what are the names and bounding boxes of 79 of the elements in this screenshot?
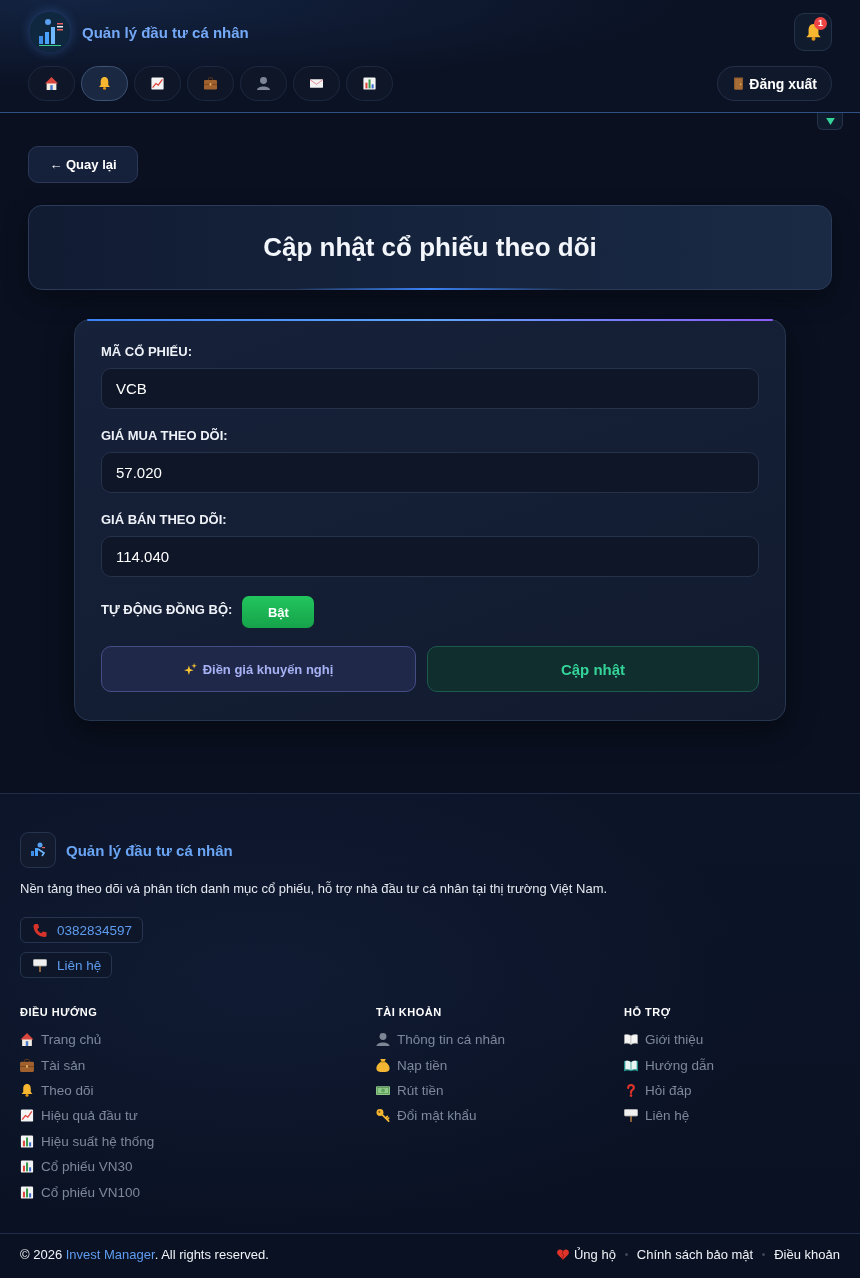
footer-link[interactable]: Thông tin cá nhân bbox=[376, 1027, 506, 1053]
sign-icon bbox=[624, 1109, 638, 1123]
briefcase-icon bbox=[204, 77, 217, 90]
nav-tab[interactable] bbox=[293, 66, 340, 101]
bar-chart-icon bbox=[20, 1185, 34, 1199]
door-icon bbox=[734, 76, 744, 91]
logo-icon bbox=[30, 12, 70, 52]
footer-link[interactable]: Đổi mật khẩu bbox=[376, 1103, 477, 1129]
house-icon bbox=[20, 1033, 34, 1047]
footer-link[interactable]: Hiệu suất hệ thống bbox=[20, 1128, 155, 1154]
column-heading: TÀI KHOẢN bbox=[376, 1005, 443, 1019]
bell-icon bbox=[20, 1083, 34, 1097]
buy-price-field[interactable]: 57.020 bbox=[101, 452, 759, 493]
dropdown-toggle[interactable] bbox=[817, 113, 843, 130]
footer-description: Nền tảng theo dõi và phân tích danh mục cổ phiếu, hỗ trợ nhà đầu tư cá nhân tại thị trường Việt Nam. bbox=[20, 881, 609, 897]
footer-link[interactable]: Cổ phiếu VN30 bbox=[20, 1153, 133, 1180]
nav-tab[interactable] bbox=[81, 66, 128, 101]
sell-price-field[interactable]: 114.040 bbox=[101, 536, 759, 577]
open-book-icon bbox=[624, 1058, 638, 1072]
back-button[interactable]: ← Quay lại bbox=[28, 146, 138, 183]
person-icon bbox=[257, 77, 270, 90]
notification-button[interactable]: 1 bbox=[794, 13, 832, 51]
money-bag-icon bbox=[376, 1058, 390, 1072]
briefcase-icon bbox=[20, 1058, 34, 1072]
key-icon bbox=[376, 1109, 390, 1123]
person-icon bbox=[376, 1033, 390, 1047]
page-title: Cập nhật cổ phiếu theo dõi bbox=[263, 232, 597, 263]
bell-icon bbox=[98, 77, 111, 90]
contact-link[interactable]: Liên hệ bbox=[20, 952, 113, 978]
footer-link[interactable]: Theo dõi bbox=[20, 1077, 94, 1104]
banknote-icon bbox=[376, 1083, 390, 1097]
footer-link[interactable]: Rút tiền bbox=[376, 1077, 444, 1104]
nav-tab[interactable] bbox=[28, 66, 75, 101]
footer-link[interactable]: Trang chủ bbox=[20, 1027, 102, 1053]
app-title: Quản lý đầu tư cá nhân bbox=[82, 23, 249, 41]
field-label: MÃ CỔ PHIẾU: bbox=[101, 344, 193, 360]
caret-down-icon bbox=[825, 117, 835, 125]
footer-link[interactable]: Hỏi đáp bbox=[624, 1077, 692, 1104]
bar-chart-icon bbox=[363, 77, 376, 90]
footer-link[interactable]: Giới thiệu bbox=[624, 1027, 704, 1053]
brand-link[interactable]: Invest Manager bbox=[65, 1247, 155, 1263]
support-link[interactable]: Ủng hộ bbox=[556, 1247, 616, 1263]
broken-heart-icon bbox=[556, 1249, 569, 1261]
toggle-button[interactable]: Bật bbox=[242, 596, 315, 628]
footer-link[interactable]: Liên hệ bbox=[624, 1103, 690, 1129]
field-label: GIÁ BÁN THEO DÕI: bbox=[101, 512, 228, 528]
phone-link[interactable]: 0382834597 bbox=[20, 917, 144, 943]
footer-link[interactable]: Chính sách bảo mật bbox=[636, 1247, 754, 1263]
column-heading: HỖ TRỢ bbox=[624, 1005, 672, 1019]
footer-link[interactable]: Hướng dẫn bbox=[624, 1052, 714, 1078]
sparkle-icon bbox=[183, 663, 197, 675]
stock-code-field[interactable]: VCB bbox=[101, 368, 759, 409]
question-icon bbox=[624, 1083, 638, 1097]
envelope-icon bbox=[310, 77, 323, 90]
update-button[interactable]: Cập nhật bbox=[427, 646, 759, 692]
footer-link[interactable]: Điều khoản bbox=[774, 1247, 840, 1263]
footer-link[interactable]: Cổ phiếu VN100 bbox=[20, 1179, 141, 1205]
footer-link[interactable]: Hiệu quả đầu tư bbox=[20, 1103, 138, 1129]
bar-chart-icon bbox=[20, 1134, 34, 1148]
footer-link[interactable]: Tài sản bbox=[20, 1052, 86, 1078]
footer-link[interactable]: Nạp tiền bbox=[376, 1052, 448, 1078]
logo-icon bbox=[20, 832, 56, 868]
book-icon bbox=[624, 1033, 638, 1047]
logout-button[interactable]: Đăng xuất bbox=[717, 66, 832, 101]
chart-icon bbox=[20, 1109, 34, 1123]
field-label: TỰ ĐỘNG ĐỒNG BỘ: bbox=[101, 602, 233, 618]
house-icon bbox=[45, 77, 58, 90]
chart-icon bbox=[151, 77, 164, 90]
bar-chart-icon bbox=[20, 1160, 34, 1174]
phone-icon bbox=[33, 923, 47, 937]
nav-tab[interactable] bbox=[346, 66, 393, 101]
field-label: GIÁ MUA THEO DÕI: bbox=[101, 428, 229, 444]
nav-tab[interactable] bbox=[134, 66, 181, 101]
brand-name: Quản lý đầu tư cá nhân bbox=[66, 841, 233, 859]
column-heading: ĐIỀU HƯỚNG bbox=[20, 1005, 99, 1019]
sign-icon bbox=[33, 958, 47, 972]
copyright-text: © 2026 Invest Manager. All rights reserved. bbox=[20, 1247, 269, 1263]
suggest-price-button[interactable]: Điền giá khuyến nghị bbox=[101, 646, 416, 692]
notification-badge: 1 bbox=[814, 17, 827, 30]
